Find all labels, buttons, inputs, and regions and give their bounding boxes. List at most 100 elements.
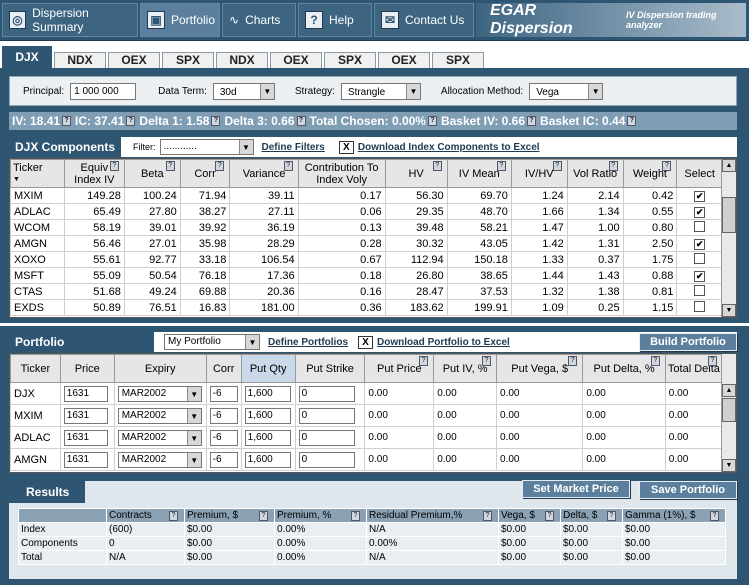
col-beta[interactable]: Beta? [123,159,181,188]
select-checkbox[interactable] [694,252,706,264]
help-icon[interactable]: ? [568,356,578,366]
help-icon[interactable]: ? [169,510,178,521]
col-put-vega[interactable]: Put Vega, $? [496,354,584,383]
help-icon[interactable]: ? [552,161,562,171]
tab-spx[interactable]: SPX [324,52,376,68]
portfolio-scrollbar[interactable]: ▲ ▼ [721,354,736,472]
tab-spx[interactable]: SPX [162,52,214,68]
nav-help[interactable]: ? Help [298,3,372,37]
col-vol-ratio[interactable]: Vol Ratio? [566,159,624,188]
col-contribution[interactable]: Contribution To Index Voly [297,159,386,188]
price-input[interactable]: 1631 [63,407,108,424]
select-checkbox[interactable] [694,220,706,232]
price-input[interactable]: 1631 [63,451,108,468]
col-expiry[interactable]: Expiry [113,354,207,383]
table-row[interactable]: MXIM 149.28 100.24 71.94 39.11 0.17 56.30 69.70… [10,187,723,204]
price-input[interactable]: 1631 [63,429,108,446]
table-row[interactable]: AMGN 56.46 27.01 35.98 28.29 0.28 30.32 43.05 1.… [10,235,723,252]
select-checkbox[interactable]: ✔ [694,190,706,202]
help-icon[interactable]: ? [259,510,268,521]
filter-select[interactable]: ............ ▼ [159,139,254,155]
corr-input[interactable]: -6 [209,451,238,468]
select-checkbox[interactable] [694,300,706,312]
col-price[interactable]: Price [59,354,115,383]
define-portfolios-link[interactable]: Define Portfolios [268,337,348,348]
help-icon[interactable]: ? [650,356,660,366]
excel-icon[interactable]: X [338,140,354,154]
col-iv-mean[interactable]: IV Mean? [446,159,512,188]
tab-djx[interactable]: DJX [2,46,52,68]
table-row[interactable]: XOXO 55.61 92.77 33.18 106.54 0.67 112.94 150.1… [10,251,723,268]
scroll-down-icon[interactable]: ▼ [722,304,736,317]
help-icon[interactable]: ? [165,161,175,171]
help-icon[interactable]: ? [627,116,637,126]
nav-charts[interactable]: ∿ Charts [222,3,296,37]
corr-input[interactable]: -6 [209,385,238,402]
excel-icon[interactable]: X [358,335,374,349]
put-strike-input[interactable]: 0 [298,385,355,402]
scroll-thumb[interactable] [722,197,736,233]
expiry-select[interactable]: MAR2002 ▼ [117,407,202,424]
tab-oex[interactable]: OEX [378,52,430,68]
put-qty-input[interactable]: 1,600 [244,451,291,468]
tab-spx[interactable]: SPX [432,52,484,68]
strategy-select[interactable]: Strangle ▼ [340,82,421,100]
help-icon[interactable]: ? [419,356,429,366]
col-weight[interactable]: Weight? [622,159,678,188]
components-scrollbar[interactable]: ▲ ▼ [721,159,736,317]
table-row[interactable]: DJX 1631 MAR2002 ▼ -6 1,600 0 0.00 0.00 0.00 0.00 0… [10,382,724,405]
put-qty-input[interactable]: 1,600 [244,429,291,446]
help-icon[interactable]: ? [527,116,537,126]
col-variance[interactable]: Variance? [229,159,299,188]
tab-ndx[interactable]: NDX [54,52,106,68]
col-iv-hv[interactable]: IV/HV? [510,159,568,188]
table-row[interactable]: EXDS 50.89 76.51 16.83 181.00 0.36 183.62 199.9… [10,299,723,316]
col-put-price[interactable]: Put Price? [364,354,435,383]
help-icon[interactable]: ? [482,356,492,366]
help-icon[interactable]: ? [211,116,221,126]
help-icon[interactable]: ? [109,161,119,171]
corr-input[interactable]: -6 [209,429,238,446]
principal-input[interactable] [70,82,137,100]
set-market-price-button[interactable]: Set Market Price [522,480,630,498]
scroll-thumb[interactable] [722,398,736,422]
scroll-down-icon[interactable]: ▼ [722,459,736,472]
table-row[interactable]: AMGN 1631 MAR2002 ▼ -6 1,600 0 0.00 0.00 0.00 0.00… [10,448,724,471]
expiry-select[interactable]: MAR2002 ▼ [117,385,202,402]
scroll-up-icon[interactable]: ▲ [722,384,736,397]
table-row[interactable]: ADLAC 1631 MAR2002 ▼ -6 1,600 0 0.00 0.00 0.00 0.0… [10,426,724,449]
select-checkbox[interactable]: ✔ [694,206,706,218]
col-total-delta[interactable]: Total Delta? [664,354,724,383]
help-icon[interactable]: ? [710,510,719,521]
help-icon[interactable]: ? [283,161,293,171]
table-row[interactable]: WCOM 58.19 39.01 39.92 36.19 0.13 39.48 58.21 1.… [10,219,723,236]
help-icon[interactable]: ? [296,116,306,126]
allocation-select[interactable]: Vega ▼ [529,82,604,100]
put-strike-input[interactable]: 0 [298,429,355,446]
scroll-up-icon[interactable]: ▲ [722,159,736,172]
col-put-delta[interactable]: Put Delta, %? [582,354,666,383]
col-equiv-iv[interactable]: Equiv Index IV? [63,159,125,188]
nav-contact-us[interactable]: ✉ Contact Us [374,3,474,37]
help-icon[interactable]: ? [126,116,136,126]
select-checkbox[interactable] [694,284,706,296]
nav-portfolio[interactable]: ▣ Portfolio [140,3,220,37]
portfolio-select[interactable]: My Portfolio ▼ [164,334,260,350]
help-icon[interactable]: ? [351,510,360,521]
tab-ndx[interactable]: NDX [216,52,268,68]
put-qty-input[interactable]: 1,600 [244,385,291,402]
col-corr[interactable]: Corr [205,354,242,383]
col-hv[interactable]: HV? [384,159,448,188]
select-checkbox[interactable]: ✔ [694,270,706,282]
help-icon[interactable]: ? [62,116,72,126]
put-strike-input[interactable]: 0 [298,407,355,424]
expiry-select[interactable]: MAR2002 ▼ [117,429,202,446]
col-put-qty[interactable]: Put Qty [240,354,296,383]
help-icon[interactable]: ? [432,161,442,171]
put-qty-input[interactable]: 1,600 [244,407,291,424]
help-icon[interactable]: ? [483,510,492,521]
table-row[interactable]: MSFT 55.09 50.54 76.18 17.36 0.18 26.80 38.65 1.… [10,267,723,284]
col-put-iv[interactable]: Put IV, %? [433,354,498,383]
corr-input[interactable]: -6 [209,407,238,424]
col-ticker[interactable]: Ticker [10,354,61,383]
